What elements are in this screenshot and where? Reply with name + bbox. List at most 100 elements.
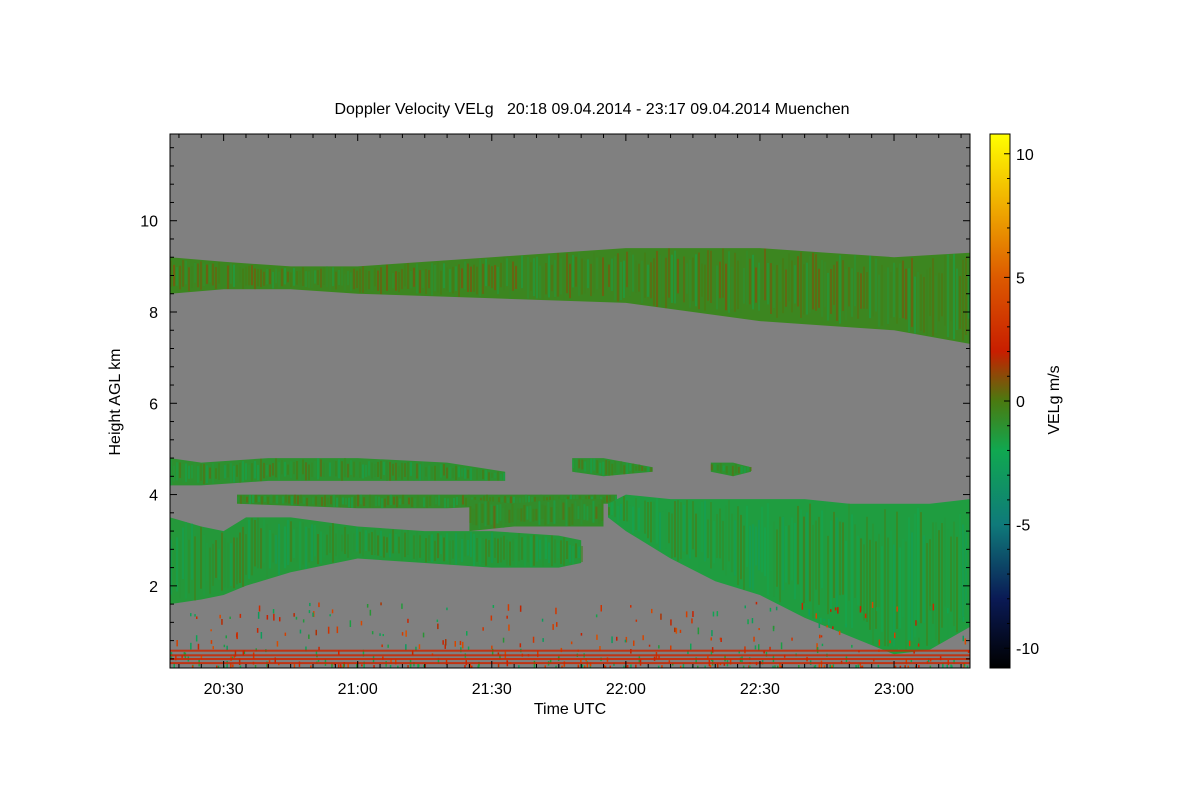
velocity-column — [359, 531, 361, 554]
velocity-column — [794, 523, 796, 600]
velocity-column — [956, 268, 958, 330]
velocity-column — [779, 516, 781, 603]
noise-speck — [675, 627, 678, 634]
velocity-column — [230, 462, 232, 483]
noise-speck — [871, 601, 874, 608]
velocity-column — [551, 535, 553, 567]
velocity-column — [404, 264, 406, 287]
velocity-column — [475, 503, 478, 526]
velocity-column — [384, 498, 386, 508]
noise-speck — [917, 643, 920, 647]
noise-speck — [690, 643, 692, 650]
velocity-column — [476, 538, 478, 562]
velocity-column — [692, 501, 694, 550]
noise-speck — [173, 663, 175, 668]
velocity-column — [842, 260, 844, 311]
velocity-column — [596, 257, 598, 290]
velocity-column — [377, 535, 379, 556]
velocity-column — [563, 253, 565, 301]
colorbar-tick-label: -10 — [1016, 641, 1039, 658]
velocity-column — [695, 254, 697, 307]
velocity-column — [941, 273, 943, 317]
velocity-column — [722, 248, 724, 298]
velocity-column — [656, 498, 658, 544]
velocity-column — [374, 268, 376, 287]
velocity-column — [824, 505, 826, 606]
noise-speck — [820, 617, 822, 623]
velocity-column — [545, 537, 547, 559]
velocity-column — [347, 463, 349, 478]
noise-speck — [876, 607, 878, 612]
velocity-column — [692, 257, 694, 302]
velocity-column — [293, 529, 295, 558]
velocity-column — [767, 503, 769, 596]
velocity-column — [487, 501, 490, 525]
velocity-column — [806, 512, 808, 600]
y-tick-label: 8 — [149, 305, 158, 322]
noise-speck — [710, 637, 712, 641]
velocity-column — [297, 495, 299, 505]
velocity-column — [470, 468, 472, 480]
velocity-column — [734, 520, 736, 576]
velocity-column — [514, 509, 517, 526]
noise-speck — [219, 614, 221, 619]
velocity-column — [788, 525, 790, 585]
velocity-column — [529, 505, 532, 522]
velocity-column — [836, 261, 838, 321]
noise-speck — [266, 615, 269, 620]
velocity-column — [572, 546, 574, 565]
noise-speck — [190, 613, 192, 617]
noise-speck — [838, 630, 841, 635]
y-tick-label: 6 — [149, 396, 158, 413]
velocity-column — [467, 263, 469, 292]
velocity-column — [255, 494, 257, 503]
velocity-column — [245, 266, 247, 286]
velocity-column — [506, 539, 508, 566]
velocity-column — [356, 462, 358, 476]
velocity-column — [383, 536, 385, 558]
velocity-column — [488, 264, 490, 287]
velocity-column — [284, 268, 286, 285]
velocity-column — [266, 268, 268, 285]
velocity-column — [526, 506, 529, 520]
velocity-column — [417, 495, 419, 507]
noise-speck — [454, 641, 456, 647]
velocity-column — [453, 497, 455, 508]
velocity-column — [490, 504, 493, 525]
velocity-column — [662, 511, 664, 552]
velocity-column — [830, 520, 832, 609]
noise-speck — [855, 665, 858, 668]
velocity-column — [731, 266, 733, 310]
velocity-column — [728, 500, 730, 562]
velocity-column — [459, 496, 461, 507]
velocity-column — [392, 272, 394, 289]
velocity-column — [854, 524, 856, 598]
velocity-column — [263, 462, 265, 479]
velocity-column — [317, 270, 319, 285]
noise-speck — [210, 629, 212, 632]
noise-speck — [405, 630, 407, 637]
velocity-column — [485, 258, 487, 287]
noise-speck — [542, 638, 544, 642]
velocity-column — [716, 464, 719, 471]
velocity-column — [833, 511, 835, 598]
noise-speck — [490, 615, 493, 621]
velocity-column — [629, 463, 632, 471]
noise-speck — [422, 632, 425, 638]
noise-speck — [635, 619, 638, 622]
velocity-column — [746, 250, 748, 305]
velocity-column — [770, 525, 772, 572]
velocity-column — [368, 533, 370, 552]
velocity-column — [551, 264, 553, 292]
velocity-column — [273, 495, 275, 503]
velocity-column — [197, 533, 199, 600]
noise-speck — [258, 605, 261, 612]
velocity-column — [695, 513, 697, 558]
velocity-column — [344, 458, 346, 478]
velocity-column — [884, 509, 886, 647]
velocity-column — [276, 495, 278, 504]
noise-speck — [570, 641, 573, 645]
noise-speck — [445, 639, 447, 646]
velocity-column — [270, 494, 272, 504]
velocity-column — [758, 262, 760, 311]
